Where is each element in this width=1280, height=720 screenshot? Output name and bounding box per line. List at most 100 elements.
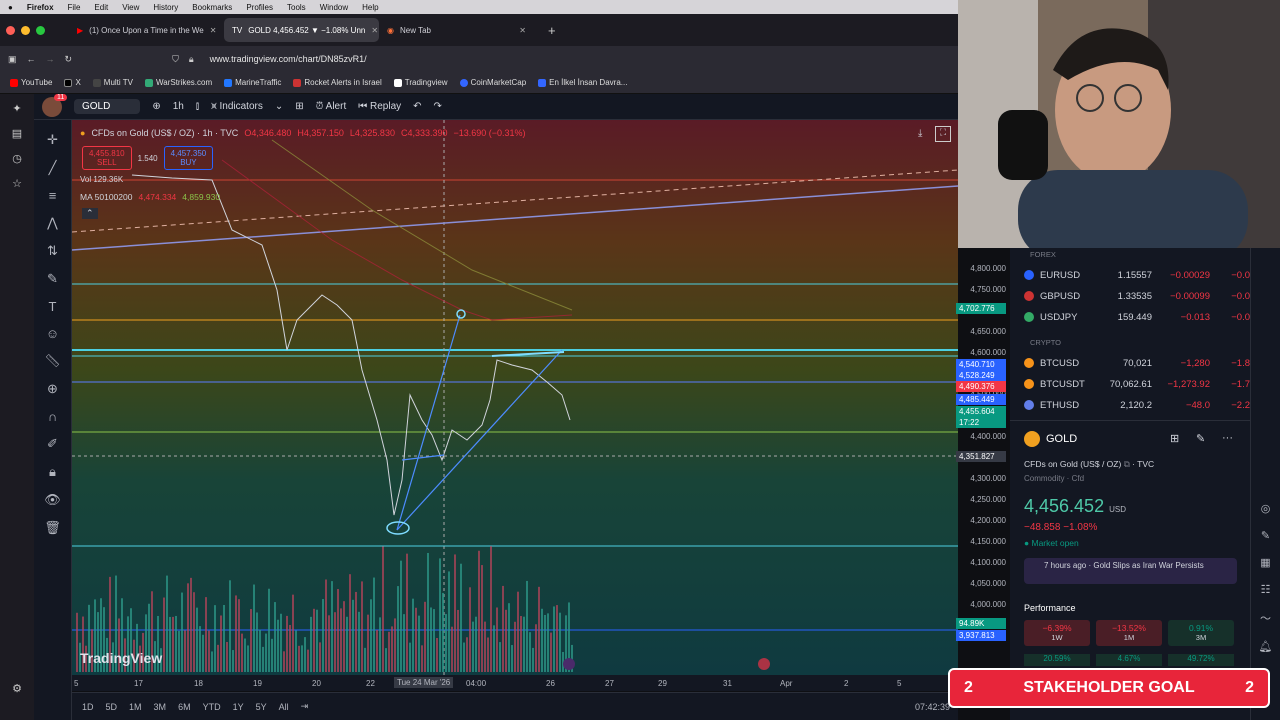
flag-marker[interactable]: [758, 658, 770, 670]
bookmark-x[interactable]: X: [64, 78, 81, 87]
chart-title[interactable]: CFDs on Gold (US$ / OZ) · 1h · TVC: [91, 128, 238, 138]
calendar-icon[interactable]: ▦: [1260, 556, 1270, 569]
perf-6m[interactable]: 20.59%: [1024, 654, 1090, 666]
fib-icon[interactable]: ≡: [49, 188, 57, 203]
price-tag[interactable]: 4,702.776: [956, 303, 1006, 314]
broadcast-icon[interactable]: 〜: [1260, 610, 1271, 626]
forex-header[interactable]: FOREX: [1030, 250, 1056, 259]
back-icon[interactable]: ←: [27, 54, 36, 64]
target-icon[interactable]: ◎: [1261, 502, 1271, 515]
close-tab-icon[interactable]: ✕: [371, 26, 378, 35]
details-symbol[interactable]: GOLD: [1046, 433, 1077, 445]
range-1d[interactable]: 1D: [82, 702, 94, 712]
tab-youtube[interactable]: ▶ (1) Once Upon a Time in the We ✕: [69, 18, 224, 42]
price-tag[interactable]: 4,528.249: [956, 370, 1006, 381]
trendline-icon[interactable]: ╱: [49, 160, 57, 176]
ma-legend[interactable]: MA 50100200 4,474.334 4,859.930: [80, 192, 220, 202]
range-ytd[interactable]: YTD: [203, 702, 221, 712]
menu-bookmarks[interactable]: Bookmarks: [192, 3, 232, 12]
magnet-icon[interactable]: ∩: [48, 409, 57, 424]
price-tag[interactable]: 94.89K: [956, 618, 1006, 629]
news-card[interactable]: 7 hours ago · Gold Slips as Iran War Per…: [1024, 558, 1237, 584]
layout-icon[interactable]: ⊞: [295, 101, 303, 112]
bookmark-video[interactable]: En İlkel İnsan Davra...: [538, 78, 627, 87]
chart-canvas[interactable]: [72, 120, 958, 675]
grid-icon[interactable]: ⊞: [1170, 432, 1179, 445]
menu-view[interactable]: View: [122, 3, 139, 12]
menu-profiles[interactable]: Profiles: [246, 3, 273, 12]
lock-icon[interactable]: 🔒︎: [49, 464, 56, 480]
brush-icon[interactable]: ✎: [47, 271, 58, 287]
price-tag[interactable]: 4,351.827: [956, 451, 1006, 462]
range-5d[interactable]: 5D: [106, 702, 118, 712]
perf-1w[interactable]: −6.39% 1W: [1024, 620, 1090, 646]
range-1y[interactable]: 1Y: [233, 702, 244, 712]
price-tag[interactable]: 17:22: [956, 417, 1006, 428]
vol-legend[interactable]: Vol 129.36K: [80, 175, 123, 184]
watchlist-row[interactable]: GBPUSD 1.33535 −0.00099 −0.0: [1010, 286, 1250, 306]
price-tag[interactable]: 4,455.604: [956, 406, 1006, 417]
menu-file[interactable]: File: [68, 3, 81, 12]
bookmark-marinetraffic[interactable]: MarineTraffic: [224, 78, 281, 87]
clock[interactable]: 07:42:39: [915, 702, 950, 712]
minimize-window-button[interactable]: [21, 25, 30, 35]
chevron-down-icon[interactable]: ⌄: [275, 101, 283, 112]
settings-icon[interactable]: ⚙: [12, 682, 22, 695]
crypto-header[interactable]: CRYPTO: [1030, 338, 1061, 347]
alert-button[interactable]: ⏰︎ Alert: [316, 101, 347, 112]
menu-tools[interactable]: Tools: [287, 3, 306, 12]
close-tab-icon[interactable]: ✕: [519, 26, 526, 35]
bell-icon[interactable]: 🔔︎: [1259, 640, 1273, 653]
forecast-icon[interactable]: ⇅: [47, 243, 58, 259]
menu-edit[interactable]: Edit: [94, 3, 108, 12]
text-icon[interactable]: T: [49, 299, 57, 314]
pen-icon[interactable]: ✎: [1261, 529, 1270, 542]
watchlist-row[interactable]: BTCUSDT 70,062.61 −1,273.92 −1.7: [1010, 374, 1250, 394]
sell-button[interactable]: 4,455.810 SELL: [82, 146, 132, 170]
new-tab-button[interactable]: +: [548, 23, 556, 38]
tab-gold[interactable]: TV GOLD 4,456.452 ▼ −1.08% Unn ✕: [224, 18, 379, 42]
indicators-button[interactable]: ⩙ Indicators: [211, 101, 263, 112]
bookmark-coinmarketcap[interactable]: CoinMarketCap: [459, 78, 526, 87]
pattern-icon[interactable]: ⋀: [47, 215, 58, 231]
bookmark-rocket-alerts[interactable]: Rocket Alerts in Israel: [293, 78, 382, 87]
close-window-button[interactable]: [6, 25, 15, 35]
shield-icon[interactable]: ⛉: [172, 54, 179, 65]
sidebar-toggle-icon[interactable]: ▣: [8, 54, 17, 65]
interval-button[interactable]: 1h: [173, 101, 184, 112]
buy-button[interactable]: 4,457.350 BUY: [163, 146, 214, 170]
tab-new[interactable]: ◉ New Tab ✕: [379, 18, 534, 42]
chart-svg[interactable]: [72, 120, 958, 675]
ruler-icon[interactable]: 📏︎: [44, 353, 61, 369]
watchlist-row[interactable]: ETHUSD 2,120.2 −48.0 −2.2: [1010, 395, 1250, 415]
bookmark-star-icon[interactable]: ☆: [12, 177, 22, 190]
library-icon[interactable]: ▤: [12, 127, 22, 140]
symbol-search[interactable]: GOLD: [74, 99, 141, 114]
history-icon[interactable]: ◷: [12, 152, 22, 165]
edit-icon[interactable]: ✎: [1196, 432, 1205, 445]
avatar[interactable]: 11: [42, 93, 68, 117]
add-symbol-icon[interactable]: ⊕: [152, 101, 160, 112]
range-3m[interactable]: 3M: [154, 702, 167, 712]
watchlist-row[interactable]: USDJPY 159.449 −0.013 −0.0: [1010, 307, 1250, 327]
price-tag[interactable]: 3,937.813: [956, 630, 1006, 641]
goto-date-icon[interactable]: ⇥: [301, 701, 309, 712]
crosshair-icon[interactable]: ✛: [47, 132, 58, 148]
bar-style-icon[interactable]: ⫾: [196, 101, 199, 112]
chat-icon[interactable]: ☷: [1261, 583, 1271, 596]
watchlist-row[interactable]: BTCUSD 70,021 −1,280 −1.8: [1010, 353, 1250, 373]
perf-1y[interactable]: 49.72%: [1168, 654, 1234, 666]
event-marker[interactable]: [563, 658, 575, 670]
reload-icon[interactable]: ↻: [65, 54, 73, 65]
price-axis[interactable]: 4,800.0004,750.0004,700.0004,650.0004,60…: [956, 258, 1010, 678]
watchlist-row[interactable]: EURUSD 1.15557 −0.00029 −0.0: [1010, 265, 1250, 285]
price-tag[interactable]: 4,540.710: [956, 359, 1006, 370]
price-tag[interactable]: 4,485.449: [956, 394, 1006, 405]
range-6m[interactable]: 6M: [178, 702, 191, 712]
bookmark-tradingview[interactable]: Tradingview: [393, 78, 448, 87]
replay-button[interactable]: ⏮︎ Replay: [358, 101, 401, 112]
redo-icon[interactable]: ↷: [434, 101, 442, 112]
undo-icon[interactable]: ↶: [413, 101, 421, 112]
close-tab-icon[interactable]: ✕: [210, 26, 217, 35]
range-all[interactable]: All: [279, 702, 289, 712]
